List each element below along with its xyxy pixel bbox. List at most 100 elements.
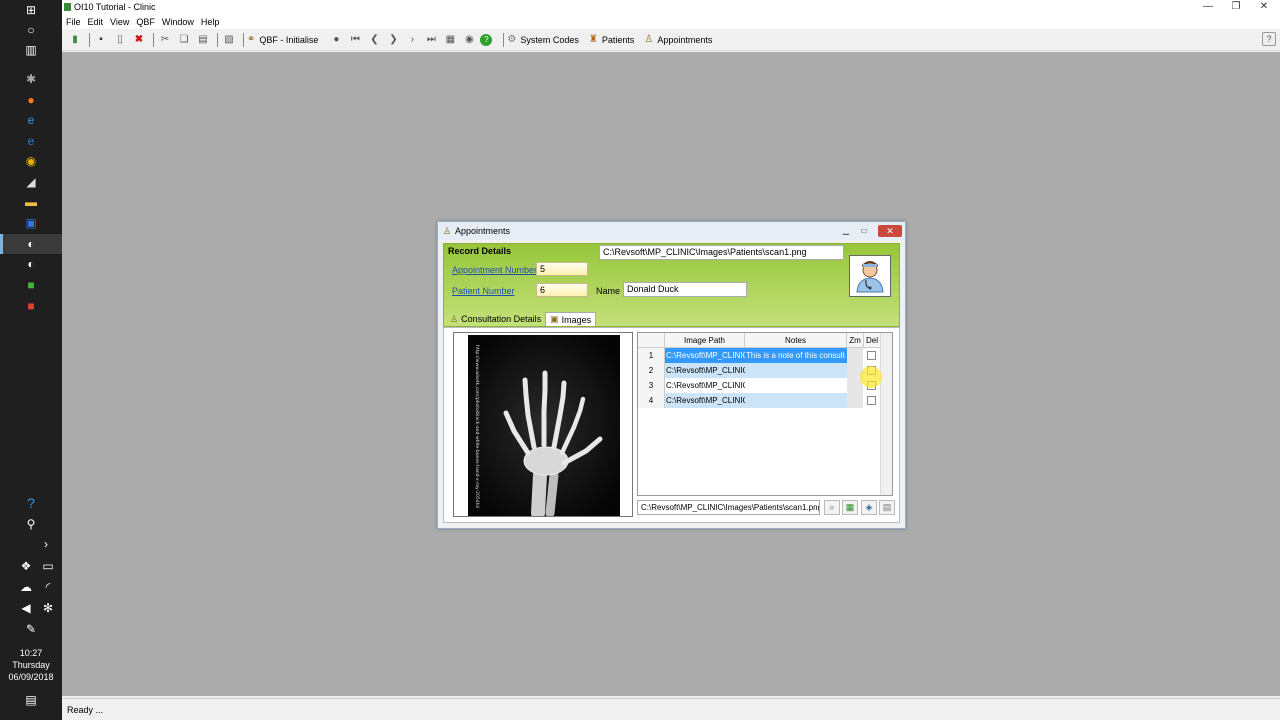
chrome-icon[interactable]: ◉ — [21, 151, 41, 171]
outlook-icon[interactable]: ▣ — [21, 213, 41, 233]
firefox-icon[interactable]: ● — [21, 90, 41, 110]
chevron-right-icon[interactable]: › — [36, 534, 56, 554]
add-image-icon[interactable]: ▦ — [842, 500, 858, 515]
workspace-scrollbar[interactable] — [1266, 52, 1280, 696]
image-path-cell[interactable]: C:\Revsoft\MP_CLINIC\ — [665, 378, 745, 393]
dropbox-icon[interactable]: ❖ — [16, 556, 36, 576]
onedrive-icon[interactable]: ☁ — [16, 577, 36, 597]
close-icon[interactable]: ✕ — [1254, 1, 1274, 12]
grid-header-del[interactable]: Del — [864, 333, 881, 348]
grid-options-icon[interactable]: ▤ — [879, 500, 895, 515]
cortana-search-icon[interactable]: ○ — [21, 20, 41, 40]
patients-button[interactable]: ♜ Patients — [589, 34, 635, 45]
grid-header-zm[interactable]: Zm — [847, 333, 864, 348]
appointments-button[interactable]: ♙ Appointments — [644, 34, 712, 45]
dialog-minimize-icon[interactable]: ▁ — [839, 226, 853, 236]
system-codes-button[interactable]: ⚙ System Codes — [507, 34, 579, 45]
browse-image-icon[interactable]: ⌕ — [824, 500, 840, 515]
notes-cell[interactable] — [745, 393, 847, 408]
image-path-cell[interactable]: C:\Revsoft\MP_CLINIC\ — [665, 393, 745, 408]
openinsight-second-icon[interactable]: ◐ — [21, 254, 41, 274]
pinned-app-icon[interactable]: ✱ — [21, 69, 41, 89]
volume-icon[interactable]: ◀ — [16, 598, 36, 618]
image-path-cell[interactable]: C:\Revsoft\MP_CLINIC\ — [665, 363, 745, 378]
table-row[interactable]: 3 C:\Revsoft\MP_CLINIC\ — [638, 378, 881, 393]
help-circle-icon[interactable]: ? — [480, 33, 493, 46]
people-icon[interactable]: ⚲ — [21, 514, 41, 534]
xray-image-frame[interactable]: http://www.wisetk.com/photo/black-and-wh… — [453, 332, 633, 520]
images-grid[interactable]: Image Path Notes Zm Del 1 C:\Revsoft\MP_… — [637, 332, 893, 496]
zoom-cell[interactable] — [847, 348, 863, 363]
pinned-tool-icon[interactable]: ◢ — [21, 172, 41, 192]
paste-icon[interactable]: ▤ — [195, 32, 211, 48]
table-row[interactable]: 2 C:\Revsoft\MP_CLINIC\ — [638, 363, 881, 378]
menu-qbf[interactable]: QBF — [136, 17, 155, 27]
qbf-initialise-button[interactable]: ⚭ QBF - Initialise — [247, 34, 318, 45]
save-icon[interactable]: ▪ — [93, 32, 109, 48]
minimize-icon[interactable]: — — [1198, 1, 1218, 12]
next-page-icon[interactable]: ❯ — [385, 32, 401, 48]
copy-icon[interactable]: ❏ — [176, 32, 192, 48]
file-explorer-icon[interactable]: ▬ — [21, 192, 41, 212]
previous-record-icon[interactable]: ❮ — [366, 32, 382, 48]
qbf-icon: ⚭ — [247, 34, 256, 45]
new-icon[interactable]: ▯ — [112, 32, 128, 48]
grid-scrollbar[interactable] — [880, 333, 892, 495]
dialog-close-icon[interactable]: ✕ — [878, 225, 902, 237]
grid-header-notes[interactable]: Notes — [745, 333, 847, 348]
appointment-number-label[interactable]: Appointment Number — [452, 265, 537, 275]
restore-icon[interactable]: ❐ — [1226, 1, 1246, 12]
image-path-field[interactable]: C:\Revsoft\MP_CLINIC\Images\Patients\sca… — [637, 500, 820, 515]
pen-icon[interactable]: ✎ — [21, 619, 41, 639]
patient-number-label[interactable]: Patient Number — [452, 286, 515, 296]
notes-cell[interactable]: This is a note of this consult — [745, 348, 847, 363]
appointment-number-field[interactable]: 5 — [536, 262, 588, 276]
name-field[interactable]: Donald Duck — [623, 282, 747, 297]
doctor-avatar-icon[interactable] — [849, 255, 891, 297]
table-row[interactable]: 4 C:\Revsoft\MP_CLINIC\ — [638, 393, 881, 408]
task-view-icon[interactable]: ▥ — [21, 40, 41, 60]
wifi-icon[interactable]: ◜ — [38, 577, 58, 597]
system-clock[interactable]: 10:27 Thursday 06/09/2018 — [0, 647, 62, 683]
question-mark-icon[interactable]: ? — [1262, 32, 1276, 46]
windows-start-icon[interactable]: ⊞ — [21, 0, 41, 20]
browse-grid-icon[interactable]: ▦ — [442, 32, 458, 48]
openinsight-icon[interactable]: ◐ — [21, 234, 41, 254]
red-app-icon[interactable]: ■ — [21, 296, 41, 316]
zoom-cell[interactable] — [847, 393, 863, 408]
menu-window[interactable]: Window — [162, 17, 194, 27]
dialog-maximize-icon[interactable]: ▭ — [857, 226, 871, 236]
edge-icon[interactable]: e — [21, 131, 41, 151]
image-path-cell[interactable]: C:\Revsoft\MP_CLINIC\ — [665, 348, 745, 363]
notifications-icon[interactable]: ▤ — [21, 690, 41, 710]
last-record-icon[interactable]: ⏭ — [423, 32, 439, 48]
settings-gear-icon[interactable]: ✻ — [38, 598, 58, 618]
internet-explorer-icon[interactable]: e — [21, 110, 41, 130]
tab-consultation-details[interactable]: ♙ Consultation Details — [446, 312, 545, 326]
menu-view[interactable]: View — [110, 17, 129, 27]
tab-images[interactable]: ▣ Images — [545, 312, 597, 326]
help-icon[interactable]: ? — [21, 493, 41, 513]
green-app-icon[interactable]: ■ — [21, 275, 41, 295]
notes-cell[interactable] — [745, 378, 847, 393]
record-icon[interactable]: ◉ — [461, 32, 477, 48]
cut-icon[interactable]: ✂ — [157, 32, 173, 48]
delete-checkbox[interactable] — [867, 351, 876, 360]
table-row[interactable]: 1 C:\Revsoft\MP_CLINIC\ This is a note o… — [638, 348, 881, 363]
qbf-execute-icon[interactable]: ● — [328, 32, 344, 48]
open-form-icon[interactable]: ▮ — [67, 32, 83, 48]
first-record-icon[interactable]: ⏮ — [347, 32, 363, 48]
battery-icon[interactable]: ▭ — [38, 556, 58, 576]
menu-edit[interactable]: Edit — [88, 17, 104, 27]
view-image-icon[interactable]: ◈ — [861, 500, 877, 515]
grid-header-image-path[interactable]: Image Path — [665, 333, 745, 348]
appointments-title-bar[interactable]: ♙ Appointments ▁ ▭ ✕ — [438, 222, 905, 240]
menu-file[interactable]: File — [66, 17, 81, 27]
clear-icon[interactable]: ▧ — [221, 32, 237, 48]
delete-icon[interactable]: ✖ — [131, 32, 147, 48]
notes-cell[interactable] — [745, 363, 847, 378]
next-record-icon[interactable]: › — [404, 32, 420, 48]
menu-help[interactable]: Help — [201, 17, 220, 27]
patient-number-field[interactable]: 6 — [536, 283, 588, 297]
delete-checkbox[interactable] — [867, 396, 876, 405]
